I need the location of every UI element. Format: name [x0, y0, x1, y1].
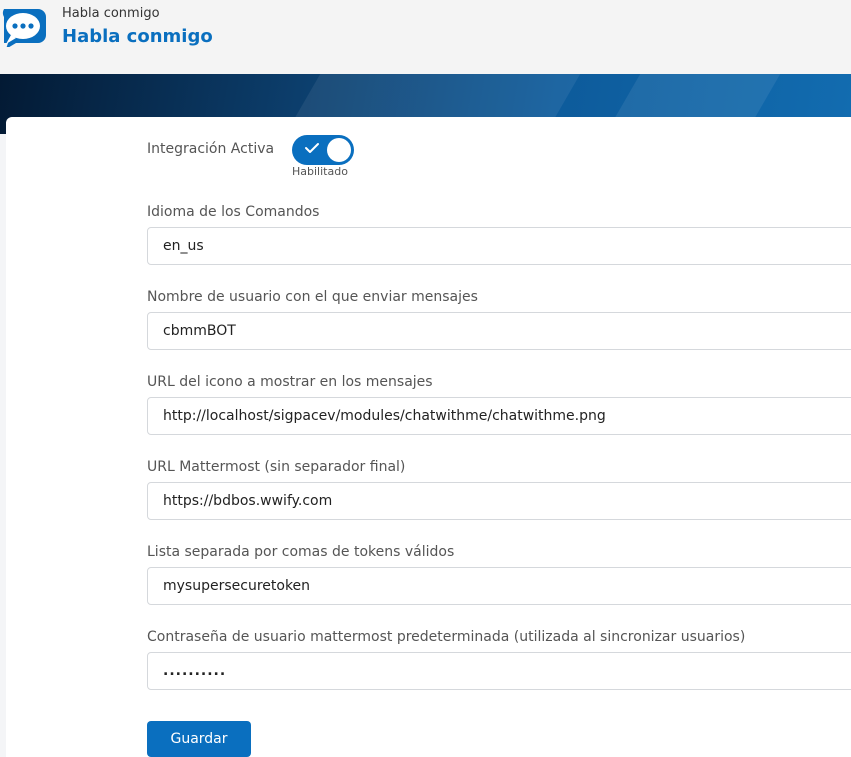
mattermost-url-input[interactable]: https://bdbos.wwify.com [147, 482, 851, 520]
tokens-label: Lista separada por comas de tokens válid… [147, 544, 455, 560]
page-title: Habla conmigo [62, 26, 213, 47]
icon-url-input[interactable]: http://localhost/sigpacev/modules/chatwi… [147, 397, 851, 435]
username-input[interactable]: cbmmBOT [147, 312, 851, 350]
top-bar: Habla conmigo Habla conmigo [0, 0, 851, 74]
chat-bubble-icon [0, 7, 46, 49]
check-icon [305, 143, 319, 153]
icon-url-label: URL del icono a mostrar en los mensajes [147, 374, 433, 390]
tokens-input[interactable]: mysupersecuretoken [147, 567, 851, 605]
active-integration-toggle[interactable] [292, 135, 354, 165]
password-label: Contraseña de usuario mattermost predete… [147, 629, 746, 645]
password-input[interactable]: .......... [147, 652, 851, 690]
save-button[interactable]: Guardar [147, 721, 251, 757]
toggle-status: Habilitado [292, 165, 348, 178]
breadcrumb[interactable]: Habla conmigo [62, 6, 160, 21]
language-label: Idioma de los Comandos [147, 204, 320, 220]
active-integration-label: Integración Activa [147, 141, 275, 157]
toggle-knob [327, 138, 351, 162]
language-input[interactable]: en_us [147, 227, 851, 265]
mattermost-url-label: URL Mattermost (sin separador final) [147, 459, 406, 475]
username-label: Nombre de usuario con el que enviar mens… [147, 289, 478, 305]
